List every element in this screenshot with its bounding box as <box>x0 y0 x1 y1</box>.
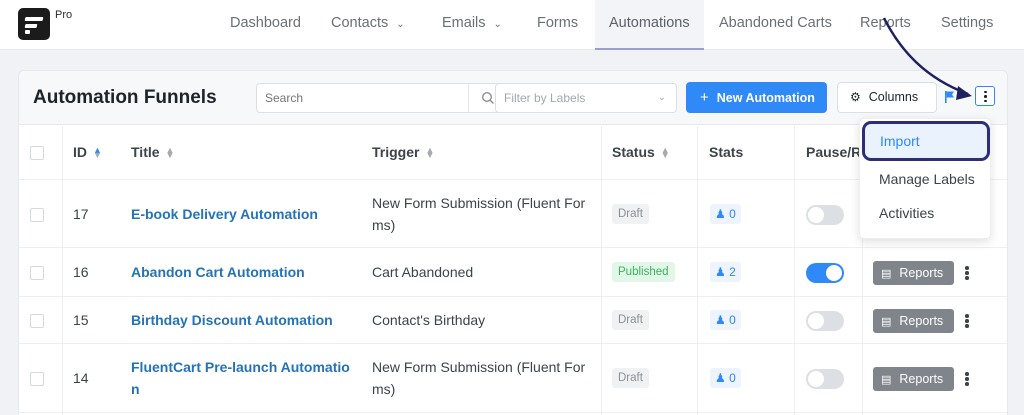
nav-abandoned-carts[interactable]: Abandoned Carts <box>719 0 832 50</box>
card-header: Automation Funnels Filter by Labels ⌄ +N… <box>19 71 1007 125</box>
flag-icon[interactable] <box>944 90 956 104</box>
chevron-down-icon: ⌄ <box>657 92 666 103</box>
row-checkbox[interactable] <box>30 314 44 328</box>
more-options-button[interactable] <box>975 86 995 106</box>
nav-settings[interactable]: Settings <box>941 0 993 50</box>
fluentcrm-logo[interactable] <box>18 8 50 40</box>
user-icon: ♟ <box>715 265 726 279</box>
nav-emails[interactable]: Emails ⌄ <box>442 0 502 50</box>
user-icon: ♟ <box>715 371 726 385</box>
row-actions-menu[interactable] <box>965 372 969 386</box>
stats-badge[interactable]: ♟ 0 <box>710 204 741 224</box>
status-badge: Draft <box>612 368 649 388</box>
pause-resume-toggle[interactable] <box>806 369 844 389</box>
row-actions-menu[interactable] <box>965 314 969 328</box>
stats-badge[interactable]: ♟ 0 <box>710 368 741 388</box>
more-options-dropdown: Import Manage Labels Activities <box>859 118 991 239</box>
dropdown-item-manage-labels[interactable]: Manage Labels <box>879 171 975 187</box>
chevron-down-icon: ⌄ <box>396 19 405 30</box>
row-trigger: New Form Submission (Fluent For ms) <box>372 195 586 233</box>
columns-button[interactable]: ⚙ Columns <box>837 82 937 113</box>
sort-icon: ▲ ▼ <box>93 145 102 161</box>
reports-button[interactable]: ▤ Reports <box>873 309 954 333</box>
automation-title-link[interactable]: Abandon Cart Automation <box>131 261 356 283</box>
search-icon[interactable] <box>481 91 495 105</box>
column-status[interactable]: Status ▲ ▼ <box>612 144 670 160</box>
dropdown-item-import[interactable]: Import <box>862 121 990 161</box>
chevron-down-icon: ⌄ <box>493 19 502 30</box>
row-id: 17 <box>73 206 89 222</box>
reports-button[interactable]: ▤ Reports <box>873 367 954 391</box>
status-badge: Published <box>612 262 675 282</box>
sort-icon: ▲ ▼ <box>165 145 175 161</box>
nav-reports[interactable]: Reports <box>860 0 911 50</box>
new-automation-button[interactable]: + New Automation <box>686 82 827 113</box>
report-icon: ▤ <box>881 316 892 328</box>
search-box <box>256 83 504 113</box>
row-trigger: New Form Submission (Fluent For ms) <box>372 359 586 397</box>
automation-title-link[interactable]: Birthday Discount Automation <box>131 309 356 331</box>
filter-placeholder: Filter by Labels <box>504 91 586 105</box>
select-all-checkbox[interactable] <box>30 146 44 160</box>
page-title: Automation Funnels <box>33 87 217 108</box>
sort-icon: ▲ ▼ <box>660 145 670 161</box>
row-trigger: Contact's Birthday <box>372 312 486 328</box>
dropdown-item-activities[interactable]: Activities <box>879 205 934 221</box>
row-checkbox[interactable] <box>30 372 44 386</box>
user-icon: ♟ <box>715 313 726 327</box>
status-badge: Draft <box>612 310 649 330</box>
stats-badge[interactable]: ♟ 0 <box>710 310 741 330</box>
row-id: 16 <box>73 264 89 280</box>
row-id: 14 <box>73 370 89 386</box>
row-checkbox[interactable] <box>30 266 44 280</box>
row-trigger: Cart Abandoned <box>372 264 474 280</box>
nav-automations[interactable]: Automations <box>595 0 704 50</box>
gear-icon: ⚙ <box>850 90 861 104</box>
user-icon: ♟ <box>715 207 726 221</box>
pro-badge: Pro <box>55 9 73 21</box>
column-id[interactable]: ID ▲ ▼ <box>73 144 102 160</box>
nav-contacts[interactable]: Contacts ⌄ <box>331 0 405 50</box>
row-checkbox[interactable] <box>30 208 44 222</box>
report-icon: ▤ <box>881 374 892 386</box>
column-trigger[interactable]: Trigger ▲ ▼ <box>372 144 434 160</box>
pause-resume-toggle[interactable] <box>806 205 844 225</box>
row-id: 15 <box>73 312 89 328</box>
automation-title-link[interactable]: E-book Delivery Automation <box>131 203 356 225</box>
search-input[interactable] <box>257 84 447 112</box>
table-row: 14 FluentCart Pre-launch Automatio n New … <box>19 345 1007 413</box>
column-stats: Stats <box>709 144 744 160</box>
pause-resume-toggle[interactable] <box>806 311 844 331</box>
pause-resume-toggle[interactable] <box>806 263 844 283</box>
status-badge: Draft <box>612 204 649 224</box>
filter-by-labels-select[interactable]: Filter by Labels ⌄ <box>495 83 677 113</box>
row-actions-menu[interactable] <box>965 266 969 280</box>
table-row: 16 Abandon Cart Automation Cart Abandone… <box>19 249 1007 297</box>
sort-icon: ▲ ▼ <box>425 145 435 161</box>
table-row: 15 Birthday Discount Automation Contact'… <box>19 298 1007 344</box>
report-icon: ▤ <box>881 268 892 280</box>
stats-badge[interactable]: ♟ 2 <box>710 262 741 282</box>
automation-title-link[interactable]: FluentCart Pre-launch Automatio n <box>131 356 356 400</box>
reports-button[interactable]: ▤ Reports <box>873 261 954 285</box>
nav-forms[interactable]: Forms <box>537 0 578 50</box>
plus-icon: + <box>700 89 709 106</box>
top-navigation: Pro Dashboard Contacts ⌄ Emails ⌄ Forms Au… <box>0 0 1024 50</box>
column-pause-resume: Pause/R <box>806 144 862 160</box>
nav-dashboard[interactable]: Dashboard <box>230 0 301 50</box>
column-title[interactable]: Title ▲ ▼ <box>131 144 174 160</box>
